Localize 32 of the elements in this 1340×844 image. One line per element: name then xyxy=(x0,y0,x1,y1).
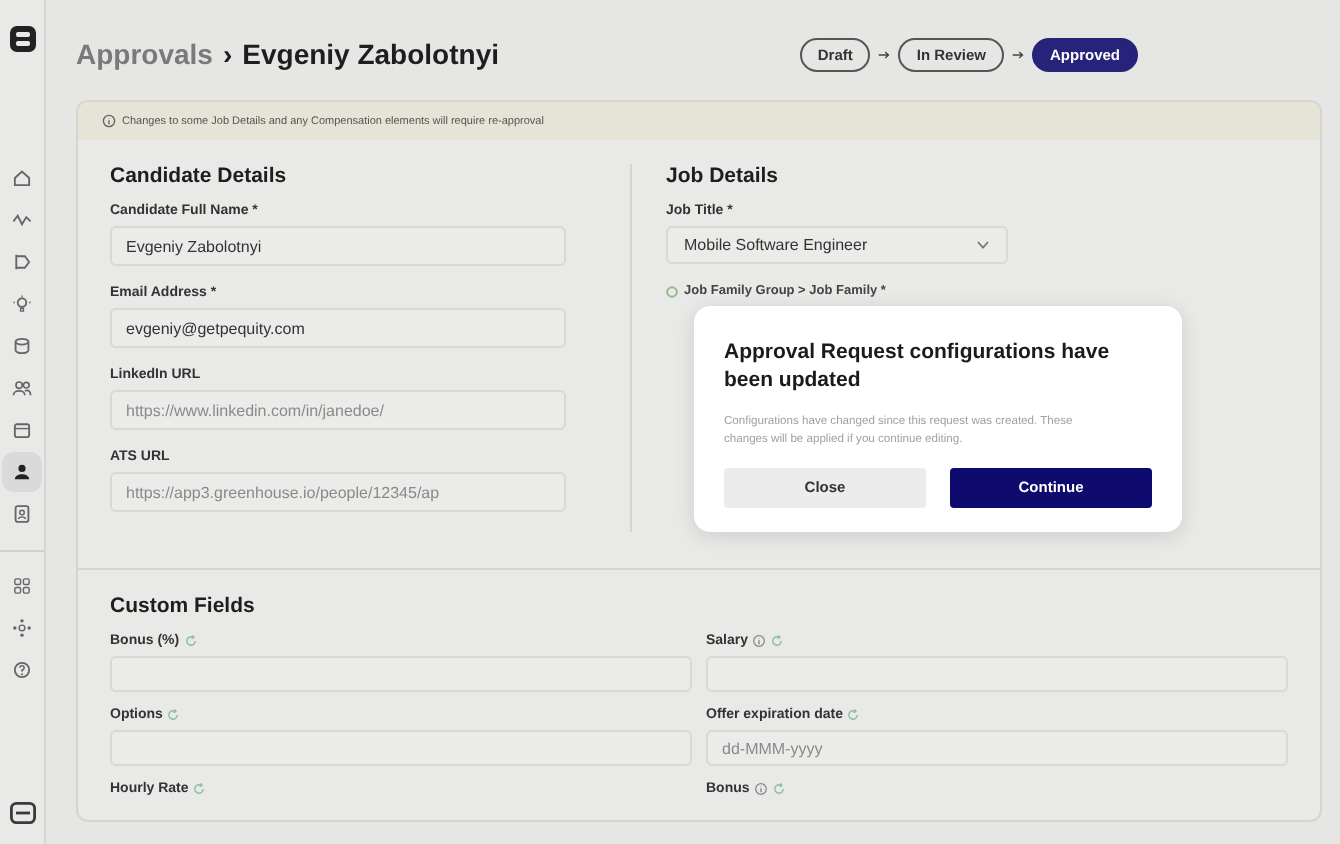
nodes-icon xyxy=(12,618,32,638)
keyboard-icon[interactable] xyxy=(9,802,35,824)
arrow-icon xyxy=(878,49,891,59)
help-icon xyxy=(12,660,32,680)
logo-icon[interactable] xyxy=(7,24,37,54)
breadcrumb-separator: › xyxy=(222,38,233,70)
text-field[interactable]: Evgeniy Zabolotnyi xyxy=(110,226,566,266)
sidebar-item[interactable] xyxy=(2,452,42,492)
arrow-icon xyxy=(1011,49,1024,59)
home-icon xyxy=(12,168,32,188)
dialog-title: Approval Request configurations have been updated xyxy=(724,338,1112,395)
section-title: Custom Fields xyxy=(110,594,257,618)
activity-icon xyxy=(12,210,32,230)
page-title: Evgeniy Zabolotnyi xyxy=(242,38,499,70)
section-title: Candidate Details xyxy=(110,164,289,188)
dropdown-field[interactable]: Mobile Software Engineer xyxy=(666,226,1008,264)
text-field[interactable]: dd-MMM-yyyy xyxy=(706,730,1288,766)
section-title: Job Details xyxy=(666,164,781,188)
grid-icon xyxy=(12,576,32,596)
person-icon xyxy=(12,462,32,482)
database-icon xyxy=(12,336,32,356)
chevron-down-icon xyxy=(976,240,990,250)
lightbulb-icon xyxy=(12,294,32,314)
text-field[interactable]: https://app3.greenhouse.io/people/12345/ap xyxy=(110,472,566,512)
contact-card-icon xyxy=(12,504,32,524)
flag-icon xyxy=(12,252,32,272)
info-icon xyxy=(102,114,116,128)
text-field[interactable]: https://www.linkedin.com/in/janedoe/ xyxy=(110,390,566,430)
people-icon xyxy=(12,378,32,398)
calendar-icon xyxy=(12,420,32,440)
text-field[interactable]: evgeniy@getpequity.com xyxy=(110,308,566,348)
circle-icon xyxy=(666,285,678,297)
